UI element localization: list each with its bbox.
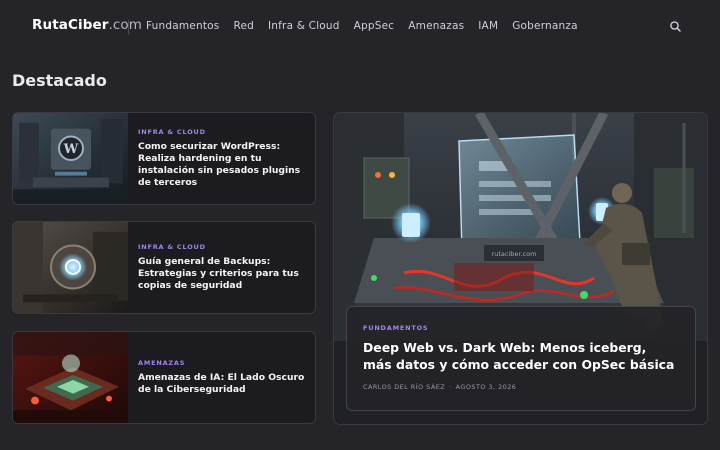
post-title[interactable]: Guía general de Backups: Estrategias y c… [138,256,305,292]
featured-category[interactable]: Fundamentos [363,324,679,332]
post-card[interactable]: W Infra & Cloud Como securizar WordPress… [12,112,316,205]
main-nav: Fundamentos Red Infra & Cloud AppSec Ame… [146,20,592,32]
post-card-body: Infra & Cloud Guía general de Backups: E… [138,222,305,313]
featured-post[interactable]: rutaciber.com Fundamentos Deep Web vs. D… [333,112,708,425]
post-thumbnail [13,332,128,423]
post-card[interactable]: Infra & Cloud Guía general de Backups: E… [12,221,316,314]
search-icon [670,21,681,32]
featured-meta: Carlos del Río Sáez · Agosto 3, 2026 [363,383,679,391]
search-button[interactable] [668,19,684,35]
post-category[interactable]: Infra & Cloud [138,128,305,136]
featured-image-caption: rutaciber.com [492,250,537,258]
featured-title[interactable]: Deep Web vs. Dark Web: Menos iceberg, má… [363,339,679,373]
nav-item-fundamentos[interactable]: Fundamentos [146,20,219,32]
nav-item-infra-cloud[interactable]: Infra & Cloud [268,20,340,32]
featured-post-panel: Fundamentos Deep Web vs. Dark Web: Menos… [346,306,696,411]
post-card[interactable]: Amenazas Amenazas de IA: El Lado Oscuro … [12,331,316,424]
logo-tld: .com [108,17,143,33]
post-card-body: Amenazas Amenazas de IA: El Lado Oscuro … [138,332,305,423]
post-title[interactable]: Como securizar WordPress: Realiza harden… [138,141,305,189]
meta-separator: · [449,383,452,391]
svg-text:W: W [63,142,79,157]
nav-item-gobernanza[interactable]: Gobernanza [512,20,578,32]
post-title[interactable]: Amenazas de IA: El Lado Oscuro de la Cib… [138,372,305,396]
logo-name: RutaCiber [32,17,109,33]
nav-item-red[interactable]: Red [233,20,254,32]
header-divider [128,20,129,35]
post-thumbnail: W [13,113,128,204]
nav-item-appsec[interactable]: AppSec [354,20,395,32]
featured-author[interactable]: Carlos del Río Sáez [363,383,445,391]
nav-item-amenazas[interactable]: Amenazas [408,20,464,32]
post-category[interactable]: Infra & Cloud [138,243,305,251]
site-header: RutaCiber.com Fundamentos Red Infra & Cl… [0,0,720,54]
post-category[interactable]: Amenazas [138,359,305,367]
site-logo[interactable]: RutaCiber.com [32,17,142,33]
featured-date: Agosto 3, 2026 [455,383,517,391]
post-card-body: Infra & Cloud Como securizar WordPress: … [138,113,305,204]
post-thumbnail [13,222,128,313]
section-title: Destacado [12,71,107,90]
nav-item-iam[interactable]: IAM [478,20,498,32]
